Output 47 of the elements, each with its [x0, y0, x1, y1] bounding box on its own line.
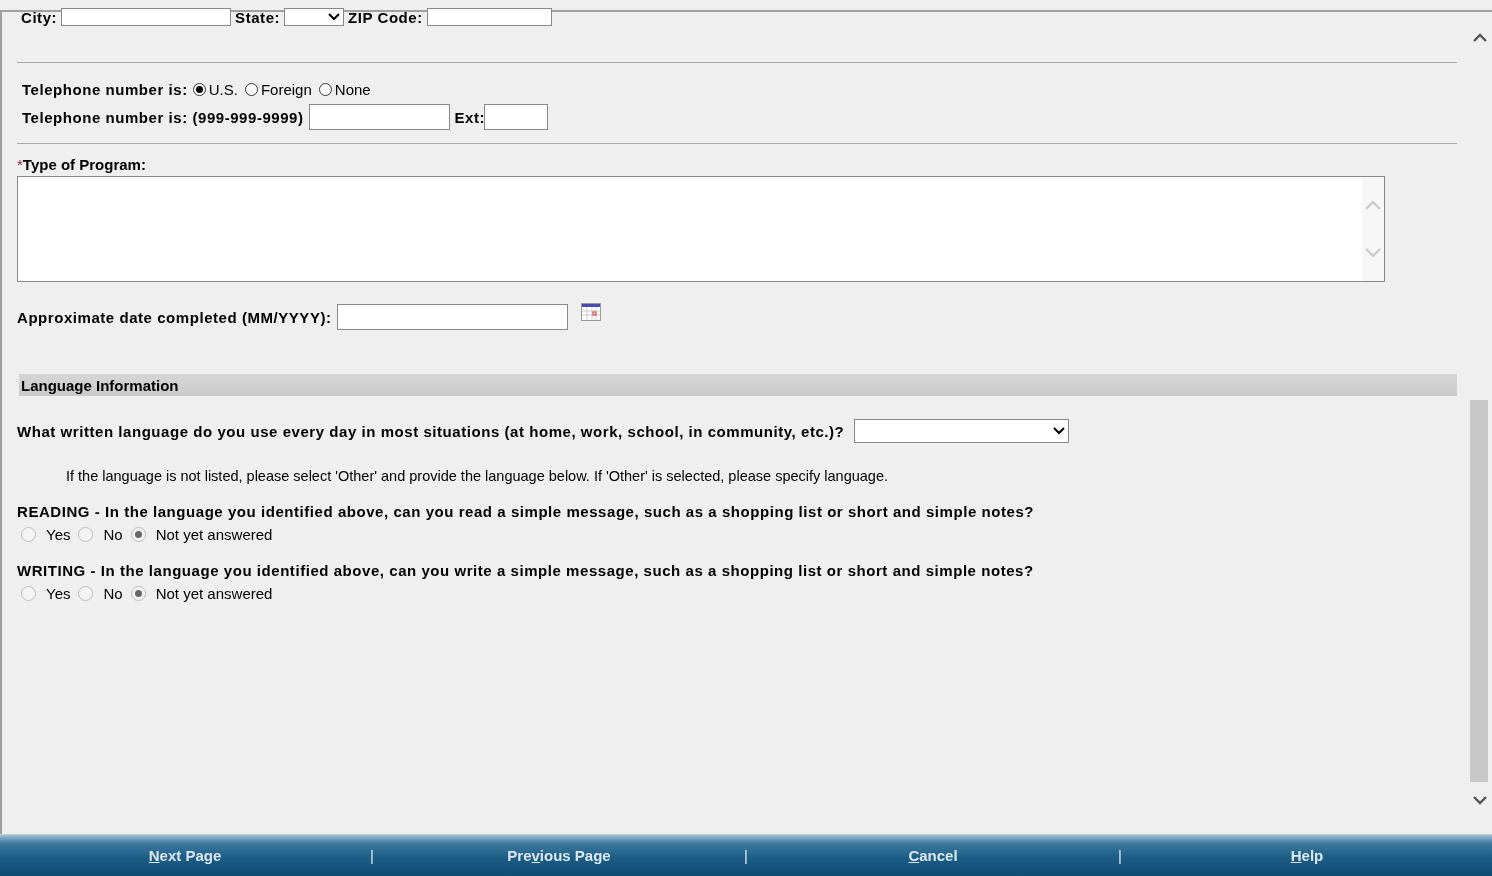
zip-field[interactable] [426, 8, 552, 26]
radio-label: Not yet answered [155, 526, 273, 543]
radio-label: Foreign [260, 81, 312, 98]
type-of-program-field[interactable] [17, 176, 1385, 282]
section-header: Language Information [19, 374, 1457, 396]
chevron-down-icon [328, 13, 341, 21]
footer-link[interactable]: Previous Page [374, 847, 745, 864]
scrollbar-thumb[interactable] [1470, 400, 1488, 782]
ext-label: Ext: [454, 108, 486, 126]
ext-field[interactable] [484, 104, 549, 130]
radio-label: Not yet answered [155, 585, 273, 602]
zip-label: ZIP Code: [348, 8, 423, 26]
language-dropdown[interactable] [854, 419, 1070, 443]
state-dropdown[interactable] [284, 8, 345, 26]
hint-text: If the language is not listed, please select 'Other' and provide the language below. If 'Other' is selected, please specify language. [66, 468, 889, 484]
separator: | [370, 847, 374, 864]
scroll-up-icon[interactable] [1473, 33, 1487, 43]
radio-button[interactable] [318, 83, 332, 96]
radio-label: No [103, 585, 123, 602]
telephone-number-label: Telephone number is: (999-999-9999) [22, 108, 304, 126]
language-question: What written language do you use every day in most situations (at home, work, school, in community, etc.)? [17, 422, 845, 440]
chevron-down-icon [1053, 427, 1066, 435]
footer-link[interactable]: Help [1121, 847, 1492, 864]
footer-link[interactable]: Next Page [0, 847, 371, 864]
radio-label: Yes [46, 526, 71, 543]
separator: | [744, 847, 748, 864]
telephone-type-label: Telephone number is: [22, 81, 188, 98]
radio-button[interactable] [192, 83, 206, 96]
city-label: City: [21, 8, 58, 26]
state-label: State: [235, 8, 281, 26]
separator: | [1118, 847, 1122, 864]
radio-label: U.S. [208, 81, 238, 98]
radio-label: No [103, 526, 123, 543]
scroll-down-icon[interactable] [1473, 795, 1487, 805]
footer-link[interactable]: Cancel [747, 847, 1119, 864]
city-field[interactable] [61, 8, 232, 26]
question-label: WRITING - In the language you identified above, can you write a simple message, such as a shopping list or short and simple notes? [17, 562, 1035, 579]
calendar-icon[interactable] [580, 303, 601, 321]
type-of-program-label: *Type of Program: [17, 156, 147, 173]
radio-button[interactable] [244, 83, 258, 96]
textarea-scrollbar[interactable] [1362, 177, 1384, 281]
radio-label: None [334, 81, 371, 98]
radio-label: Yes [46, 585, 71, 602]
date-label: Approximate date completed (MM/YYYY): [17, 308, 332, 326]
date-field[interactable] [336, 304, 568, 330]
telephone-number-field[interactable] [308, 104, 450, 130]
question-label: READING - In the language you identified above, can you read a simple message, such as a shopping list or short and simple notes? [17, 503, 1035, 520]
